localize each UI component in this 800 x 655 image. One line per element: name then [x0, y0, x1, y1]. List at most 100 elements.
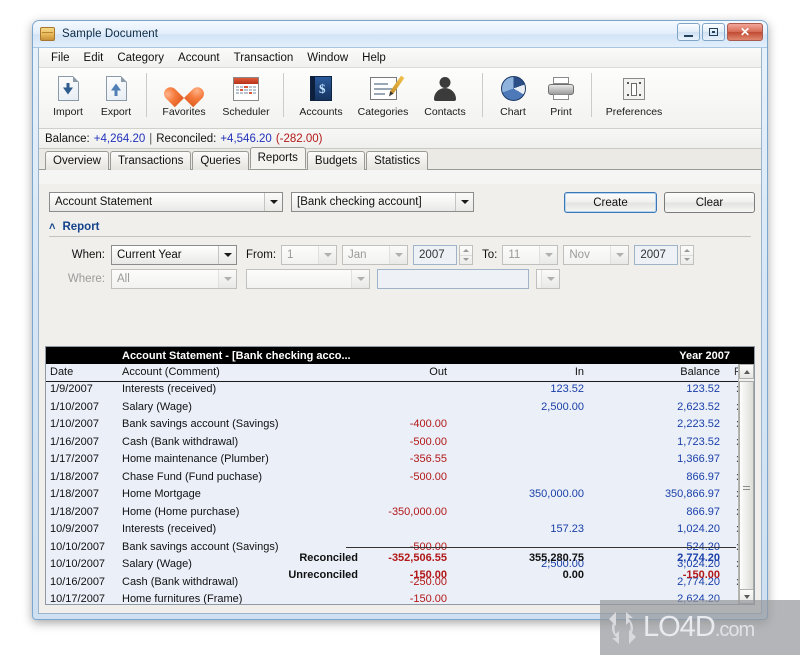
toolbar-label-contacts: Contacts	[424, 106, 466, 118]
import-document-icon	[53, 74, 83, 103]
cell-out: -500.00	[409, 435, 447, 448]
table-row[interactable]: 1/10/2007Salary (Wage)2,500.002,623.52x	[46, 399, 754, 417]
document-safe-icon	[40, 27, 55, 41]
totals-label: Reconciled	[299, 552, 358, 564]
report-title-bar: Account Statement - [Bank checking acco.…	[46, 347, 754, 364]
toolbar-button-print[interactable]: Print	[537, 71, 585, 118]
menu-help[interactable]: Help	[355, 51, 393, 65]
cell-date: 1/17/2007	[50, 453, 99, 465]
cell-in: 157.23	[550, 523, 584, 535]
cell-account: Chase Fund (Fund puchase)	[122, 470, 263, 483]
heart-icon	[169, 74, 199, 103]
totals-in: 355,280.75	[528, 552, 584, 564]
cell-balance: 2,223.52	[677, 418, 720, 430]
chevron-down-icon	[541, 270, 559, 288]
chevron-up-icon[interactable]: ˄	[49, 221, 55, 233]
where-text-input[interactable]	[377, 269, 529, 289]
cell-account: Interests (received)	[122, 523, 217, 535]
toolbar-button-chart[interactable]: Chart	[489, 71, 537, 118]
toolbar-button-preferences[interactable]: Preferences	[598, 71, 670, 118]
report-vertical-scrollbar[interactable]	[738, 364, 754, 604]
toolbar-label-chart: Chart	[500, 106, 526, 118]
minimize-button[interactable]	[677, 23, 700, 41]
toolbar-button-categories[interactable]: Categories	[352, 71, 414, 118]
cell-out: -350,000.00	[388, 505, 447, 518]
to-year-input[interactable]: 2007	[634, 245, 679, 265]
menu-file[interactable]: File	[44, 51, 77, 65]
close-button[interactable]: ✕	[727, 23, 763, 41]
from-label: From:	[246, 249, 277, 261]
toolbar-button-import[interactable]: Import	[44, 71, 92, 118]
scrollbar-thumb[interactable]	[739, 381, 754, 597]
menu-category[interactable]: Category	[110, 51, 171, 65]
tab-queries[interactable]: Queries	[192, 151, 249, 170]
tab-reports[interactable]: Reports	[249, 147, 306, 169]
table-row[interactable]: 1/10/2007 Bank savings account (Savings) -…	[46, 416, 754, 434]
from-day-select[interactable]: 1	[281, 245, 338, 265]
filter-row-where: Where: All	[49, 267, 751, 291]
where-extra-select[interactable]	[536, 269, 560, 289]
from-month-select[interactable]: Jan	[342, 245, 409, 265]
watermark-text: LO4D.com	[643, 611, 755, 643]
refresh-arrows-icon	[606, 611, 640, 645]
create-button[interactable]: Create	[564, 192, 657, 213]
table-row[interactable]: 1/17/2007 Home maintenance (Plumber) -356.…	[46, 451, 754, 469]
table-row[interactable]: 1/18/2007 Home (Home purchase) -350,000.00…	[46, 504, 754, 522]
menu-transaction[interactable]: Transaction	[227, 51, 301, 65]
from-year-input[interactable]: 2007	[413, 245, 458, 265]
table-row[interactable]: 1/16/2007 Cash (Bank withdrawal) -500.00 1,…	[46, 434, 754, 452]
tab-budgets[interactable]: Budgets	[306, 151, 366, 170]
cell-account: Home Mortgage	[122, 488, 201, 500]
scroll-up-button[interactable]	[739, 364, 754, 379]
window-title: Sample Document	[62, 28, 159, 40]
toolbar-label-print: Print	[550, 106, 572, 118]
cell-account: Salary (Wage)	[122, 400, 192, 413]
clear-button[interactable]: Clear	[664, 192, 755, 213]
toolbar-button-accounts[interactable]: $ Accounts	[290, 71, 352, 118]
toolbar-button-contacts[interactable]: Contacts	[414, 71, 476, 118]
chevron-down-icon	[610, 246, 629, 264]
table-row[interactable]: 1/18/2007 Home Mortgage 350,000.00 350,866.…	[46, 486, 754, 504]
chevron-down-icon	[318, 246, 337, 264]
where-select[interactable]: All	[111, 269, 237, 289]
from-month-value: Jan	[348, 249, 367, 261]
export-document-icon	[101, 74, 131, 103]
totals-row: Reconciled -352,506.55 355,280.75 2,774.20	[46, 550, 754, 567]
menu-account[interactable]: Account	[171, 51, 227, 65]
to-day-select[interactable]: 11	[502, 245, 559, 265]
to-month-select[interactable]: Nov	[563, 245, 630, 265]
menu-edit[interactable]: Edit	[77, 51, 111, 65]
report-type-select[interactable]: Account Statement	[49, 192, 283, 212]
report-group-header[interactable]: ˄ Report	[49, 221, 751, 233]
toolbar-button-export[interactable]: Export	[92, 71, 140, 118]
balance-bar: Balance: +4,264.20 | Reconciled: +4,546.…	[39, 129, 761, 149]
toolbar-button-scheduler[interactable]: Scheduler	[215, 71, 277, 118]
table-row[interactable]: 1/9/2007 Interests (received) 123.52 123.52…	[46, 381, 754, 399]
minimize-icon	[684, 32, 693, 37]
cell-balance: 866.97	[686, 470, 720, 483]
totals-in: 0.00	[562, 569, 584, 581]
from-year-stepper[interactable]	[459, 245, 474, 265]
maximize-button[interactable]	[702, 23, 725, 41]
tab-transactions[interactable]: Transactions	[109, 151, 192, 170]
reports-panel: Account Statement [Bank checking account…	[39, 184, 761, 613]
report-output: Account Statement - [Bank checking acco.…	[45, 346, 755, 605]
menu-window[interactable]: Window	[300, 51, 355, 65]
table-row[interactable]: 1/18/2007 Chase Fund (Fund puchase) -500.0…	[46, 469, 754, 487]
cell-balance: 123.52	[686, 383, 720, 395]
totals-divider	[346, 547, 736, 548]
toolbar-button-favorites[interactable]: Favorites	[153, 71, 215, 118]
table-row[interactable]: 10/9/2007 Interests (received) 157.23 1,024…	[46, 521, 754, 539]
window-controls: ✕	[677, 23, 763, 41]
tab-statistics[interactable]: Statistics	[366, 151, 429, 170]
toolbar-separator	[146, 73, 147, 117]
cell-date: 1/18/2007	[50, 470, 99, 483]
account-select[interactable]: [Bank checking account]	[291, 192, 474, 212]
when-select[interactable]: Current Year	[111, 245, 237, 265]
toolbar-separator	[591, 73, 592, 117]
where-operator-select[interactable]	[246, 269, 370, 289]
toolbar-label-scheduler: Scheduler	[222, 106, 270, 118]
to-year-stepper[interactable]	[680, 245, 695, 265]
tab-overview[interactable]: Overview	[45, 151, 109, 170]
application-window: Sample Document ✕ File Edit Category Acc…	[32, 20, 768, 620]
